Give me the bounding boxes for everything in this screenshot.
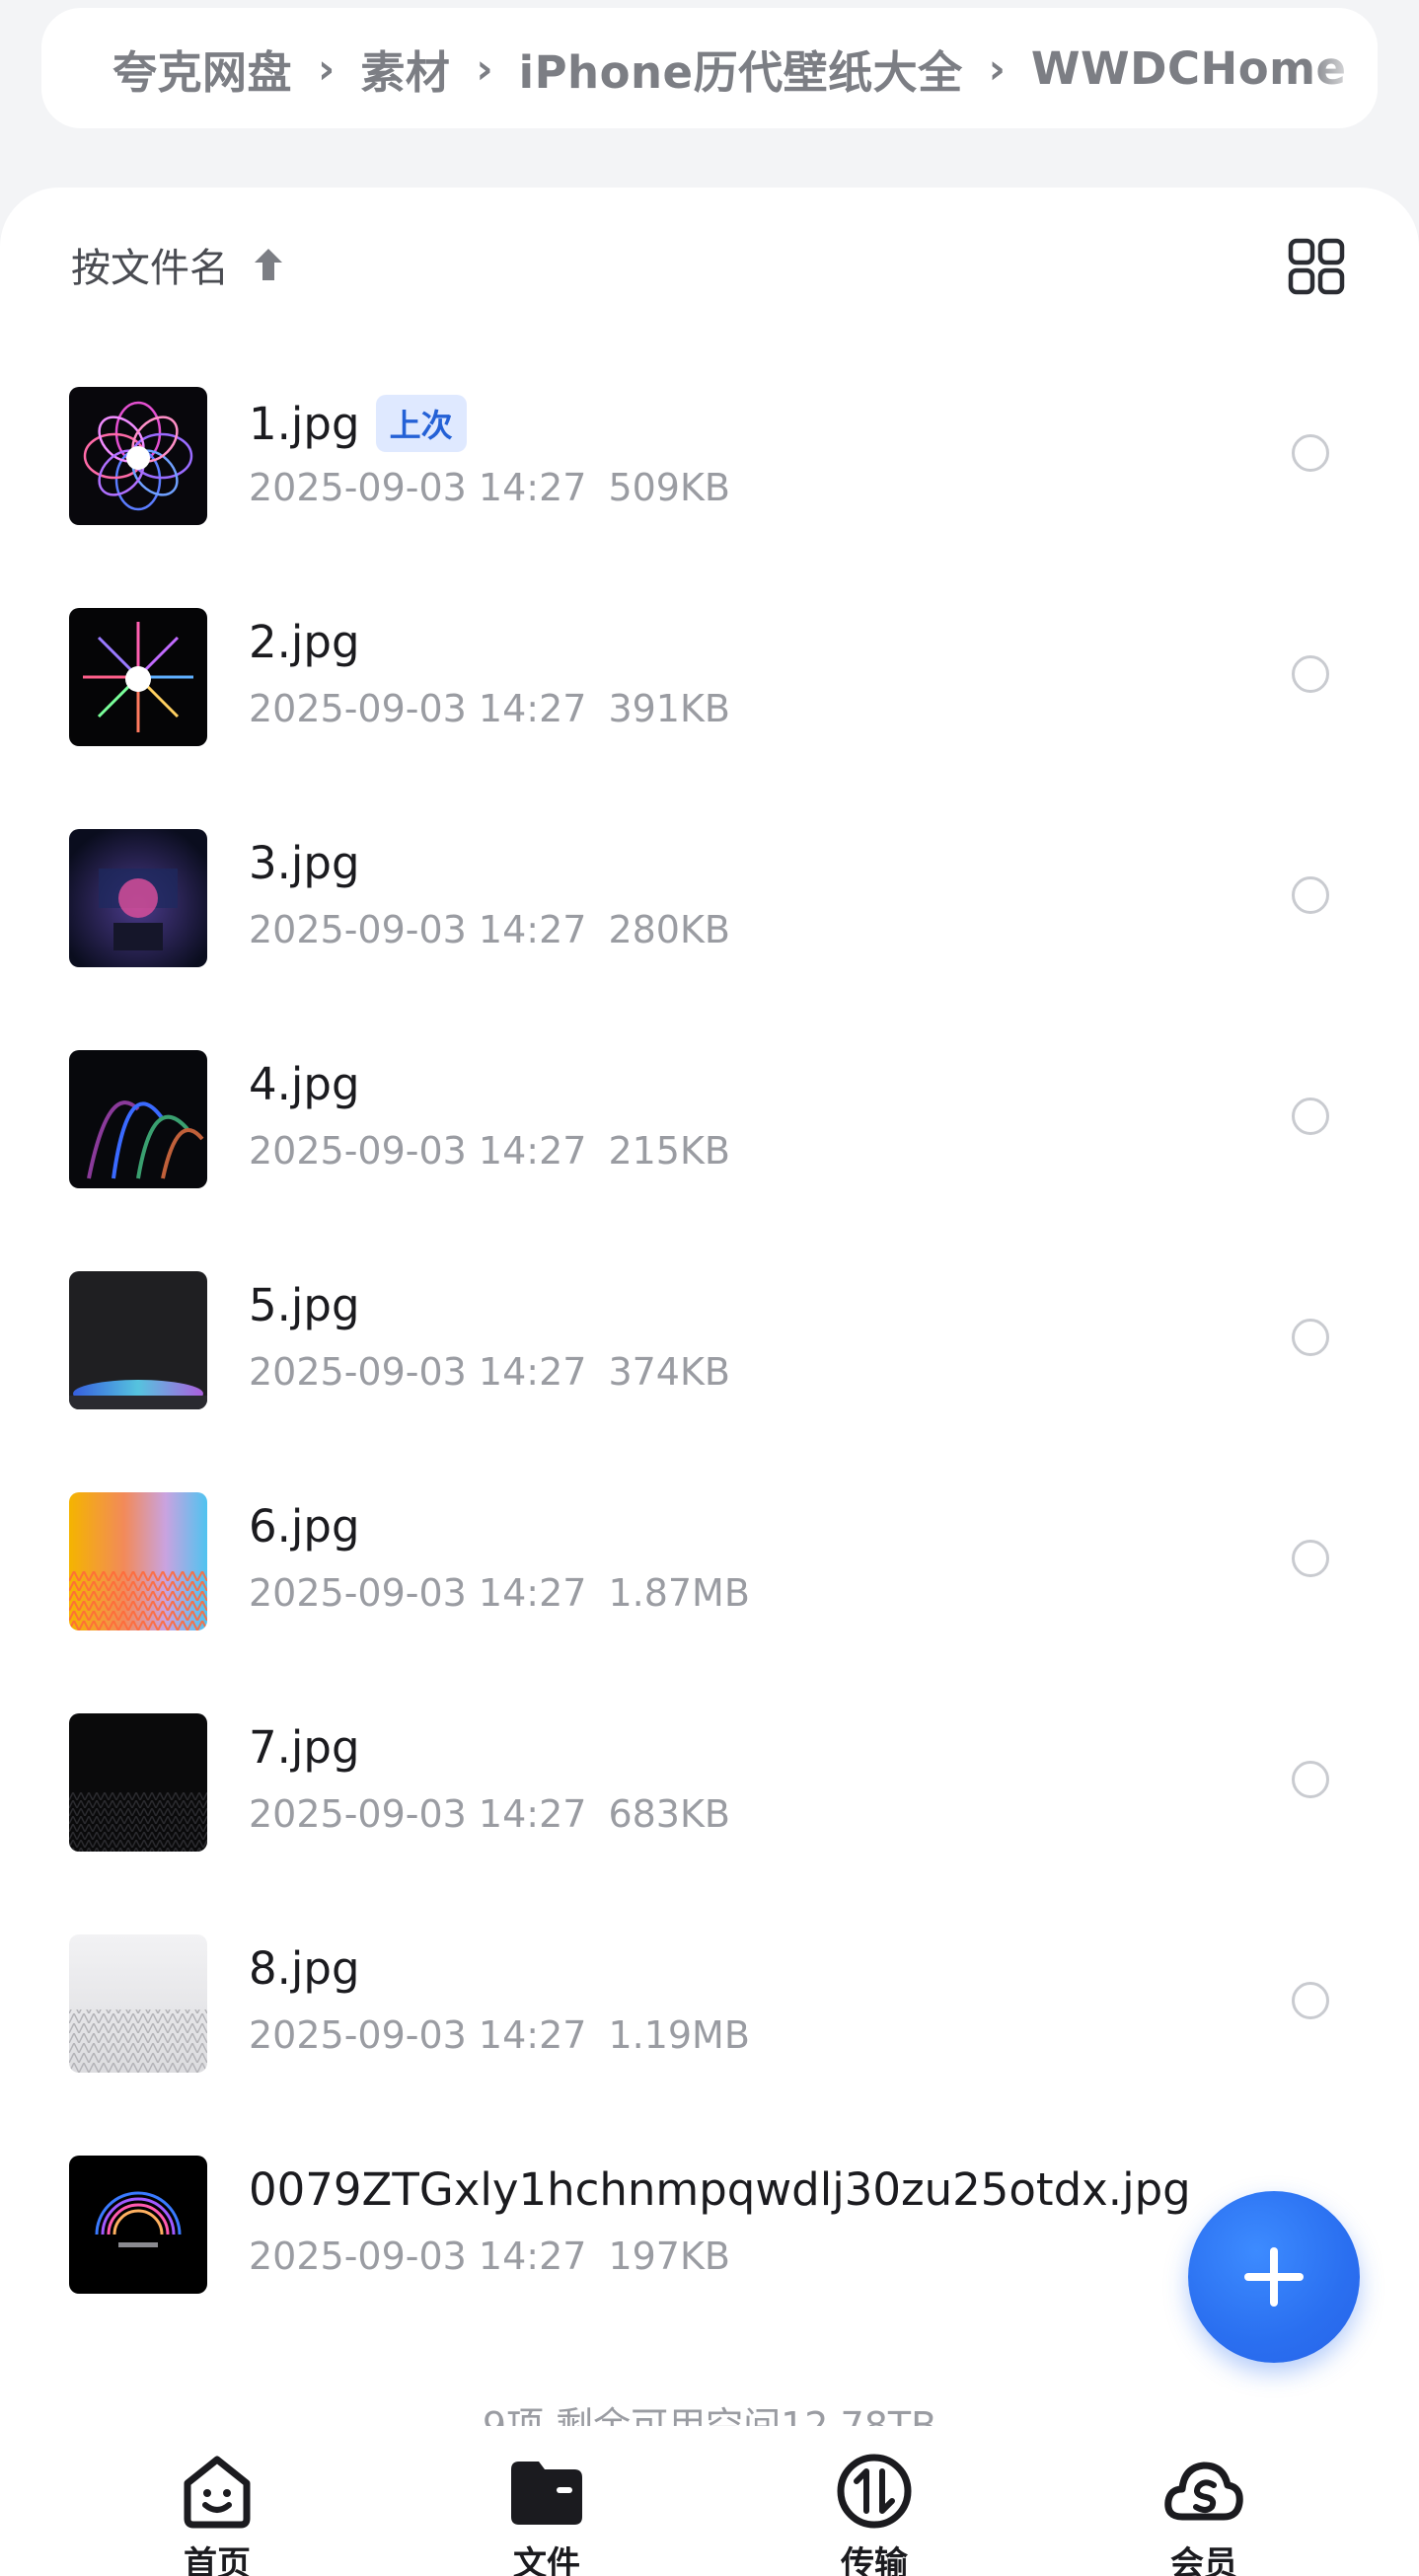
file-name: 5.jpg: [249, 1279, 360, 1331]
file-date: 2025-09-03 14:27: [249, 908, 587, 951]
file-size: 215KB: [608, 1129, 730, 1173]
plus-icon-stroke: [1270, 2247, 1278, 2307]
add-button[interactable]: [1188, 2191, 1360, 2363]
file-size: 374KB: [608, 1350, 730, 1394]
nav-item-home[interactable]: 首页: [148, 2450, 286, 2576]
file-thumbnail: [69, 387, 207, 525]
select-checkbox[interactable]: [1292, 1098, 1329, 1135]
file-size: 1.87MB: [608, 1571, 750, 1615]
breadcrumb: 夸克网盘 › 素材 › iPhone历代壁纸大全 › WWDCHome: [41, 8, 1378, 128]
breadcrumb-item-current: WWDCHome: [1030, 41, 1347, 95]
select-checkbox[interactable]: [1292, 434, 1329, 472]
grid-view-icon[interactable]: [1287, 237, 1346, 296]
vip-cloud-icon: [1164, 2462, 1243, 2521]
nav-label: 传输: [841, 2544, 908, 2576]
file-thumbnail: [69, 1934, 207, 2073]
breadcrumb-fade: [1308, 8, 1378, 128]
select-checkbox[interactable]: [1292, 1982, 1329, 2019]
nav-label: 首页: [184, 2544, 251, 2576]
file-thumbnail: [69, 1492, 207, 1630]
file-name: 1.jpg: [249, 397, 360, 450]
select-checkbox[interactable]: [1292, 1540, 1329, 1577]
arrow-up-icon: [255, 249, 282, 280]
file-date: 2025-09-03 14:27: [249, 1350, 587, 1394]
home-smile-icon: [184, 2456, 251, 2529]
folder-icon: [511, 2462, 582, 2525]
bottom-navigation: 首页 文件 传输 会员: [0, 2434, 1419, 2576]
file-date: 2025-09-03 14:27: [249, 687, 587, 730]
storage-summary: 9项 剩余可用空间12.78TB: [482, 2404, 937, 2426]
file-thumbnail: [69, 829, 207, 967]
file-name: 2.jpg: [249, 616, 360, 668]
breadcrumb-separator: ›: [476, 43, 493, 93]
file-name: 7.jpg: [249, 1721, 360, 1774]
select-checkbox[interactable]: [1292, 1761, 1329, 1798]
last-opened-badge: 上次: [375, 395, 467, 452]
nav-item-transfer[interactable]: 传输: [805, 2450, 943, 2576]
nav-label: 会员: [1170, 2544, 1237, 2576]
file-thumbnail: [69, 1713, 207, 1852]
file-thumbnail: [69, 608, 207, 746]
file-date: 2025-09-03 14:27: [249, 1129, 587, 1173]
file-date: 2025-09-03 14:27: [249, 1792, 587, 1836]
sort-control[interactable]: 按文件名: [71, 235, 286, 294]
file-thumbnail: [69, 2156, 207, 2294]
file-name: 8.jpg: [249, 1942, 360, 1995]
breadcrumb-separator: ›: [988, 43, 1006, 93]
file-size: 280KB: [608, 908, 730, 951]
breadcrumb-item-root[interactable]: 夸克网盘: [112, 37, 292, 101]
select-checkbox[interactable]: [1292, 1319, 1329, 1356]
file-size: 197KB: [608, 2235, 730, 2278]
file-date: 2025-09-03 14:27: [249, 466, 587, 509]
nav-label: 文件: [513, 2544, 580, 2576]
transfer-icon: [837, 2454, 912, 2529]
select-checkbox[interactable]: [1292, 876, 1329, 914]
file-name: 4.jpg: [249, 1058, 360, 1110]
file-row[interactable]: 6.jpg 2025-09-03 14:27 1.87MB: [0, 1492, 1419, 1713]
sort-label: 按文件名: [71, 246, 229, 291]
file-row[interactable]: 2.jpg 2025-09-03 14:27 391KB: [0, 608, 1419, 829]
breadcrumb-item-wallpapers[interactable]: iPhone历代壁纸大全: [519, 37, 963, 101]
file-size: 391KB: [608, 687, 730, 730]
file-row[interactable]: 1.jpg 上次 2025-09-03 14:27 509KB: [0, 387, 1419, 608]
file-thumbnail: [69, 1271, 207, 1409]
select-checkbox[interactable]: [1292, 655, 1329, 693]
file-row[interactable]: 3.jpg 2025-09-03 14:27 280KB: [0, 829, 1419, 1050]
file-row[interactable]: 5.jpg 2025-09-03 14:27 374KB: [0, 1271, 1419, 1492]
file-thumbnail: [69, 1050, 207, 1188]
file-row[interactable]: 8.jpg 2025-09-03 14:27 1.19MB: [0, 1934, 1419, 2156]
file-date: 2025-09-03 14:27: [249, 1571, 587, 1615]
breadcrumb-separator: ›: [318, 43, 336, 93]
breadcrumb-item-material[interactable]: 素材: [360, 37, 450, 101]
file-size: 1.19MB: [608, 2013, 750, 2057]
file-name: 3.jpg: [249, 837, 360, 889]
file-size: 509KB: [608, 466, 730, 509]
file-date: 2025-09-03 14:27: [249, 2013, 587, 2057]
nav-item-vip[interactable]: 会员: [1135, 2450, 1273, 2576]
file-name: 0079ZTGxly1hchnmpqwdlj30zu25otdx.jpg: [249, 2163, 1191, 2216]
file-name: 6.jpg: [249, 1500, 360, 1553]
file-size: 683KB: [608, 1792, 730, 1836]
file-row[interactable]: 4.jpg 2025-09-03 14:27 215KB: [0, 1050, 1419, 1271]
file-row[interactable]: 7.jpg 2025-09-03 14:27 683KB: [0, 1713, 1419, 1934]
file-date: 2025-09-03 14:27: [249, 2235, 587, 2278]
nav-item-files[interactable]: 文件: [478, 2450, 616, 2576]
